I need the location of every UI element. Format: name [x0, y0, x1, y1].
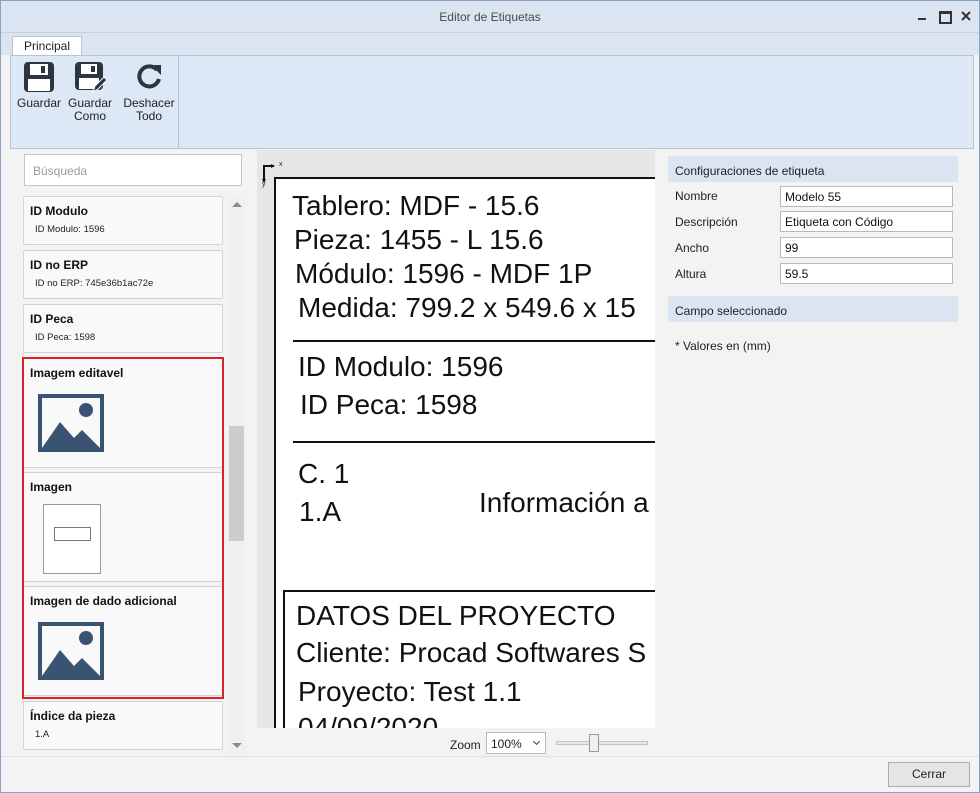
maximize-icon[interactable]: [936, 9, 952, 24]
project-box[interactable]: DATOS DEL PROYECTO Cliente: Procad Softw…: [283, 590, 655, 728]
tab-principal[interactable]: Principal: [12, 36, 82, 56]
nombre-label: Nombre: [675, 189, 718, 203]
label-text[interactable]: ID Modulo: 1596: [298, 351, 503, 383]
chevron-down-icon: [532, 737, 541, 746]
ancho-label: Ancho: [675, 241, 710, 255]
label-text[interactable]: DATOS DEL PROYECTO: [296, 600, 615, 632]
close-icon[interactable]: [958, 9, 974, 23]
footer: Cerrar: [1, 756, 979, 792]
label-text[interactable]: C. 1: [298, 458, 349, 490]
label-text[interactable]: Cliente: Procad Softwares S: [296, 637, 646, 669]
field-value: ID Peca: 1598: [35, 332, 96, 343]
properties-panel: Configuraciones de etiqueta Nombre Model…: [665, 150, 975, 756]
field-title: ID Modulo: [30, 204, 88, 218]
label-sheet[interactable]: Tablero: MDF - 15.6 Pieza: 1455 - L 15.6…: [274, 177, 655, 728]
label-canvas[interactable]: x y Tablero: MDF - 15.6 Pieza: 1455 - L …: [257, 150, 655, 728]
axis-y-label: y: [262, 181, 266, 188]
scroll-thumb[interactable]: [229, 426, 244, 541]
label-settings-header: Configuraciones de etiqueta: [668, 156, 958, 182]
field-id-peca[interactable]: ID Peca ID Peca: 1598: [23, 304, 223, 353]
label-text[interactable]: Módulo: 1596 - MDF 1P: [295, 258, 592, 290]
zoom-slider[interactable]: [556, 734, 648, 752]
ribbon-group-file: Guardar Guardar Como Deshacer Todo: [11, 56, 179, 148]
title-bar: Editor de Etiquetas: [1, 1, 979, 33]
zoom-value: 100%: [491, 737, 522, 751]
field-value: ID Modulo: 1596: [35, 224, 105, 235]
scroll-up-icon[interactable]: [232, 202, 242, 207]
save-as-icon: [75, 62, 107, 94]
label-divider[interactable]: [293, 340, 655, 342]
selection-highlight: [22, 357, 224, 699]
label-text[interactable]: ID Peca: 1598: [300, 389, 477, 421]
axis-x-label: x: [279, 161, 283, 168]
altura-label: Altura: [675, 267, 707, 281]
fields-panel: Búsqueda ID Modulo ID Modulo: 1596 ID no…: [11, 150, 248, 756]
field-id-modulo[interactable]: ID Modulo ID Modulo: 1596: [23, 196, 223, 245]
zoom-select[interactable]: 100%: [486, 732, 546, 754]
field-title: Índice da pieza: [30, 709, 116, 723]
window-title: Editor de Etiquetas: [439, 10, 541, 24]
save-as-label-2: Como: [73, 109, 106, 123]
save-label: Guardar: [16, 96, 62, 110]
zoom-label: Zoom: [450, 738, 481, 752]
editor-window: Editor de Etiquetas Principal Guardar Gu…: [0, 0, 980, 793]
label-text[interactable]: Medida: 799.2 x 549.6 x 15: [298, 292, 636, 324]
save-icon: [24, 62, 54, 92]
units-note: * Valores en (mm): [675, 339, 771, 353]
close-button[interactable]: Cerrar: [888, 762, 970, 787]
label-text[interactable]: Pieza: 1455 - L 15.6: [294, 224, 544, 256]
label-text[interactable]: Proyecto: Test 1.1: [298, 676, 522, 708]
field-title: ID Peca: [30, 312, 74, 326]
label-text[interactable]: 1.A: [299, 496, 341, 528]
label-divider[interactable]: [293, 441, 655, 443]
field-id-no-erp[interactable]: ID no ERP ID no ERP: 745e36b1ac72e: [23, 250, 223, 299]
zoom-slider-handle[interactable]: [589, 734, 599, 752]
field-title: ID no ERP: [30, 258, 89, 272]
undo-all-icon: [137, 64, 161, 89]
descripcion-field[interactable]: Etiqueta con Código: [780, 211, 953, 232]
save-button[interactable]: Guardar: [15, 60, 63, 110]
altura-field[interactable]: 59.5: [780, 263, 953, 284]
field-value: 1.A: [35, 729, 50, 740]
field-value: ID no ERP: 745e36b1ac72e: [35, 278, 154, 289]
field-indice-pieza[interactable]: Índice da pieza 1.A: [23, 701, 223, 750]
zoom-bar: Zoom 100%: [257, 728, 655, 756]
save-as-button[interactable]: Guardar Como: [66, 60, 114, 123]
fields-scrollbar[interactable]: [228, 196, 245, 756]
undo-all-label-2: Todo: [135, 109, 163, 123]
search-input[interactable]: Búsqueda: [24, 154, 242, 186]
nombre-field[interactable]: Modelo 55: [780, 186, 953, 207]
label-text[interactable]: Información a: [479, 487, 649, 519]
selected-field-header: Campo seleccionado: [668, 296, 958, 322]
label-text[interactable]: 04/09/2020: [298, 712, 438, 728]
undo-all-button[interactable]: Deshacer Todo: [121, 60, 177, 123]
ancho-field[interactable]: 99: [780, 237, 953, 258]
minimize-icon[interactable]: [914, 9, 930, 23]
descripcion-label: Descripción: [675, 215, 738, 229]
ribbon-tabs: Principal: [1, 33, 979, 56]
ribbon: Guardar Guardar Como Deshacer Todo: [10, 55, 974, 149]
scroll-down-icon[interactable]: [232, 743, 242, 748]
label-text[interactable]: Tablero: MDF - 15.6: [292, 190, 539, 222]
